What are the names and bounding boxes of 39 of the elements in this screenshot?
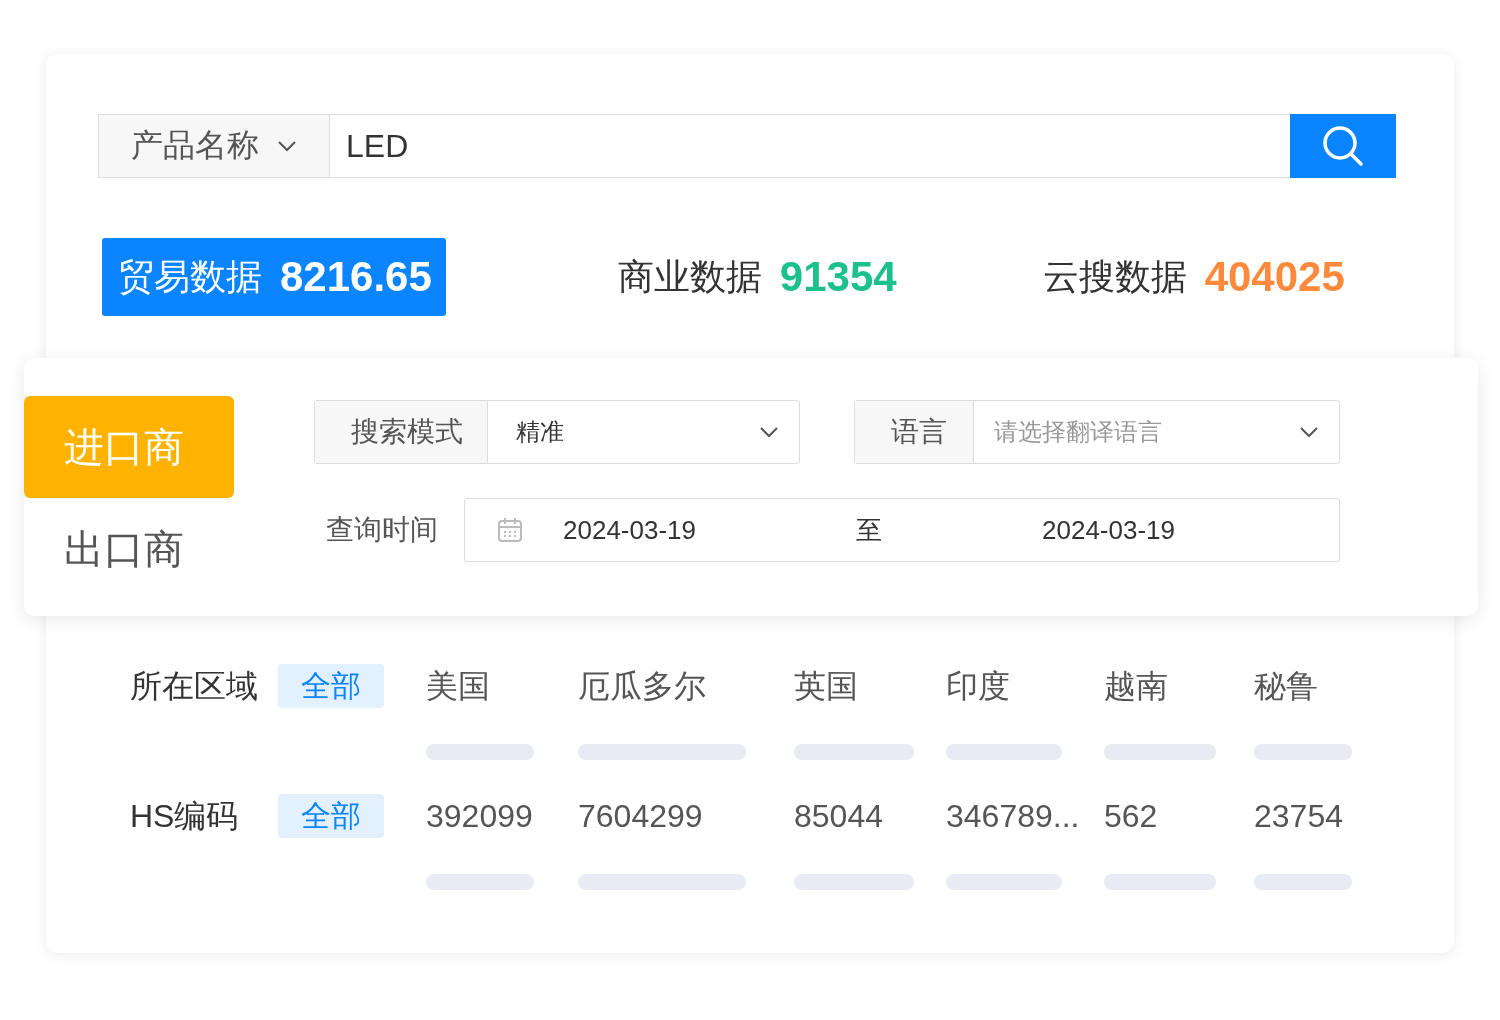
search-icon [1321, 124, 1365, 168]
stat-tab[interactable]: 云搜数据 404025 [1026, 238, 1359, 316]
filter-option[interactable]: 392099 [426, 794, 578, 838]
query-time-label: 查询时间 [325, 513, 439, 547]
chevron-down-icon [277, 140, 297, 152]
start-date: 2024-03-19 [563, 514, 696, 546]
stat-label: 商业数据 [617, 254, 762, 299]
filter-option[interactable]: 562 [1104, 794, 1254, 838]
stat-value: 8216.65 [280, 253, 432, 301]
chevron-down-icon [759, 426, 779, 438]
filter-label: 所在区域 [130, 667, 259, 706]
field-select[interactable]: 产品名称 [98, 114, 330, 178]
date-range-field[interactable]: 2024-03-19 至 2024-03-19 [464, 498, 1340, 562]
search-field[interactable]: LED [330, 114, 1290, 178]
filter-option[interactable]: 英国 [794, 664, 946, 708]
stat-label: 云搜数据 [1042, 254, 1187, 299]
end-date: 2024-03-19 [1042, 514, 1175, 546]
stat-value: 91354 [779, 253, 897, 301]
filter-option[interactable]: 越南 [1104, 664, 1254, 708]
calendar-icon [497, 517, 523, 543]
filter-option[interactable]: 印度 [946, 664, 1104, 708]
stat-tab[interactable]: 贸易数据 8216.65 [102, 238, 446, 316]
filter-option[interactable]: 7604299 [578, 794, 794, 838]
chevron-down-icon [1299, 426, 1319, 438]
filter-option[interactable]: 厄瓜多尔 [578, 664, 794, 708]
side-tab[interactable]: 出口商 [24, 498, 234, 600]
filter-option[interactable]: 秘鲁 [1254, 664, 1364, 708]
filter-option[interactable]: 85044 [794, 794, 946, 838]
filter-option[interactable]: 美国 [426, 664, 578, 708]
stat-value: 404025 [1204, 253, 1345, 301]
range-separator: 至 [856, 513, 882, 547]
search-mode-select[interactable]: 搜索模式 精准 [314, 400, 800, 464]
search-button[interactable] [1290, 114, 1396, 178]
language-select[interactable]: 语言 请选择翻译语言 [854, 400, 1340, 464]
stat-label: 贸易数据 [118, 254, 262, 299]
filter-label: HS编码 [130, 797, 240, 836]
filter-option[interactable]: 346789... [946, 794, 1104, 838]
stat-tab[interactable]: 商业数据 91354 [601, 238, 911, 316]
filter-option[interactable]: 23754 [1254, 794, 1364, 838]
